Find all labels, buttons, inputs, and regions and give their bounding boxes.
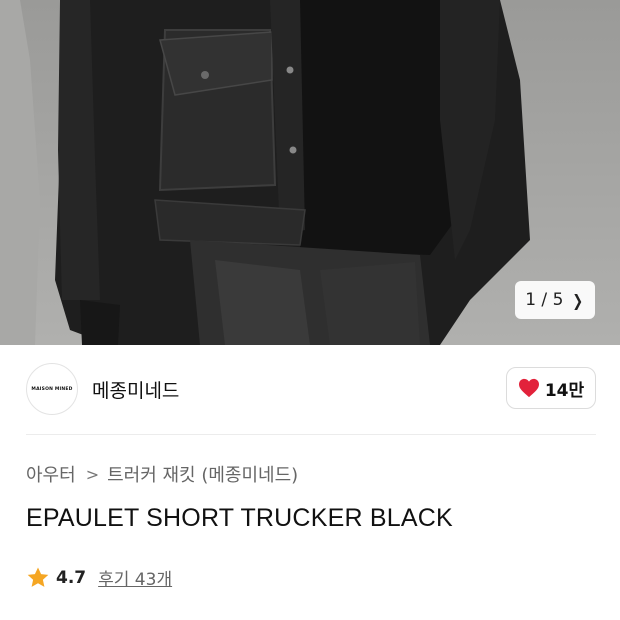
brand-logo[interactable]: MAISON MINED (26, 363, 78, 415)
product-image[interactable]: 1 / 5 ❯ (0, 0, 620, 345)
like-count: 14만 (544, 380, 585, 401)
heart-icon (518, 378, 539, 398)
rating-row: 4.7 후기 43개 (26, 565, 172, 590)
chevron-right-icon: > (85, 464, 100, 484)
brand-row: MAISON MINED 메종미네드 14만 (26, 363, 596, 415)
breadcrumb-subcategory[interactable]: 트러커 재킷 (메종미네드) (107, 461, 298, 487)
like-button[interactable]: 14만 (506, 367, 596, 409)
breadcrumb: 아우터 > 트러커 재킷 (메종미네드) (26, 461, 298, 487)
product-title: EPAULET SHORT TRUCKER BLACK (26, 504, 453, 532)
star-icon (27, 567, 49, 587)
brand-name[interactable]: 메종미네드 (92, 376, 179, 403)
reviews-link[interactable]: 후기 43개 (98, 565, 172, 590)
chevron-right-icon: ❯ (572, 290, 584, 310)
rating-score: 4.7 (56, 567, 87, 588)
image-pager[interactable]: 1 / 5 ❯ (515, 281, 595, 319)
divider (26, 434, 596, 435)
breadcrumb-category[interactable]: 아우터 (26, 461, 76, 487)
